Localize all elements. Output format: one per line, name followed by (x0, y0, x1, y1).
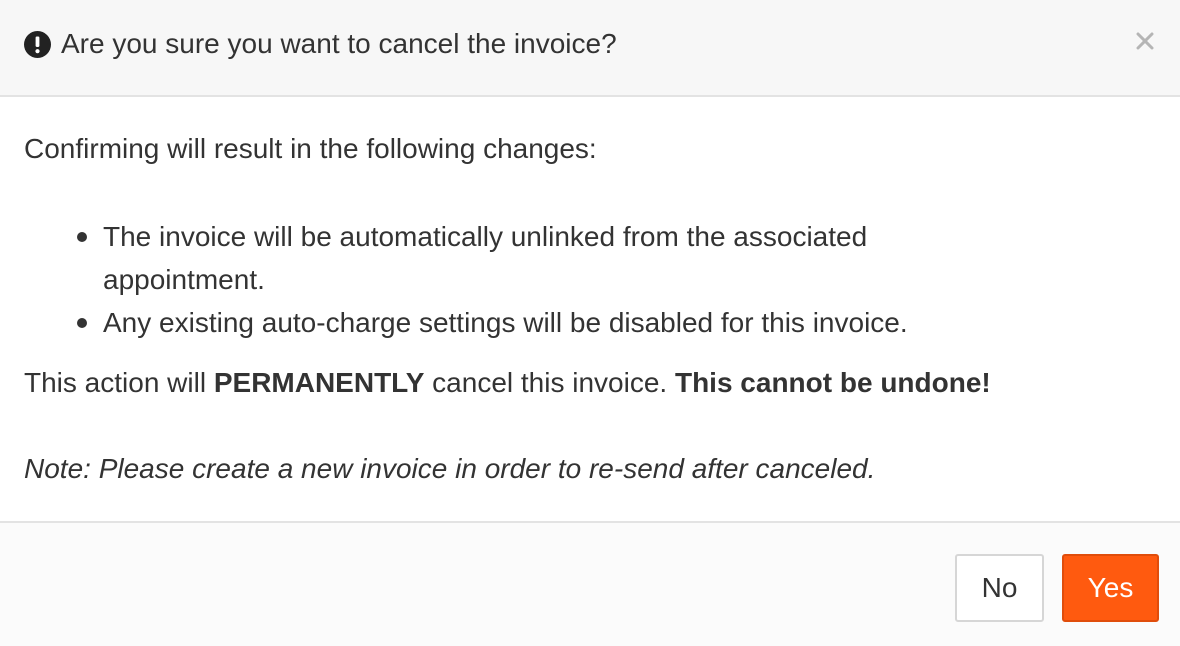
bullet-icon (77, 318, 87, 328)
dialog-footer: No Yes (0, 521, 1180, 646)
intro-text: Confirming will result in the following … (24, 133, 597, 164)
dialog-body: Confirming will result in the following … (0, 97, 1180, 522)
no-button[interactable]: No (955, 554, 1044, 622)
exclamation-circle-icon (24, 31, 51, 58)
change-item: The invoice will be automatically unlink… (24, 215, 984, 301)
change-item-text: Any existing auto-charge settings will b… (103, 307, 908, 338)
close-icon[interactable] (1132, 28, 1158, 54)
dialog-header: Are you sure you want to cancel the invo… (0, 0, 1180, 97)
warning-strong: This cannot be undone! (674, 367, 991, 398)
change-item: Any existing auto-charge settings will b… (24, 301, 984, 344)
warning-prefix: This action will (24, 367, 214, 398)
change-item-text: The invoice will be automatically unlink… (103, 221, 868, 295)
warning-middle: cancel this invoice. (424, 367, 675, 398)
note-text: Note: Please create a new invoice in ord… (24, 453, 876, 484)
bullet-icon (77, 232, 87, 242)
yes-button[interactable]: Yes (1062, 554, 1159, 622)
dialog-title: Are you sure you want to cancel the invo… (61, 28, 617, 59)
warning-text: This action will PERMANENTLY cancel this… (24, 365, 991, 401)
warning-emphasis: PERMANENTLY (213, 367, 425, 398)
cancel-invoice-dialog: Are you sure you want to cancel the invo… (0, 0, 1180, 646)
changes-list: The invoice will be automatically unlink… (24, 215, 984, 344)
